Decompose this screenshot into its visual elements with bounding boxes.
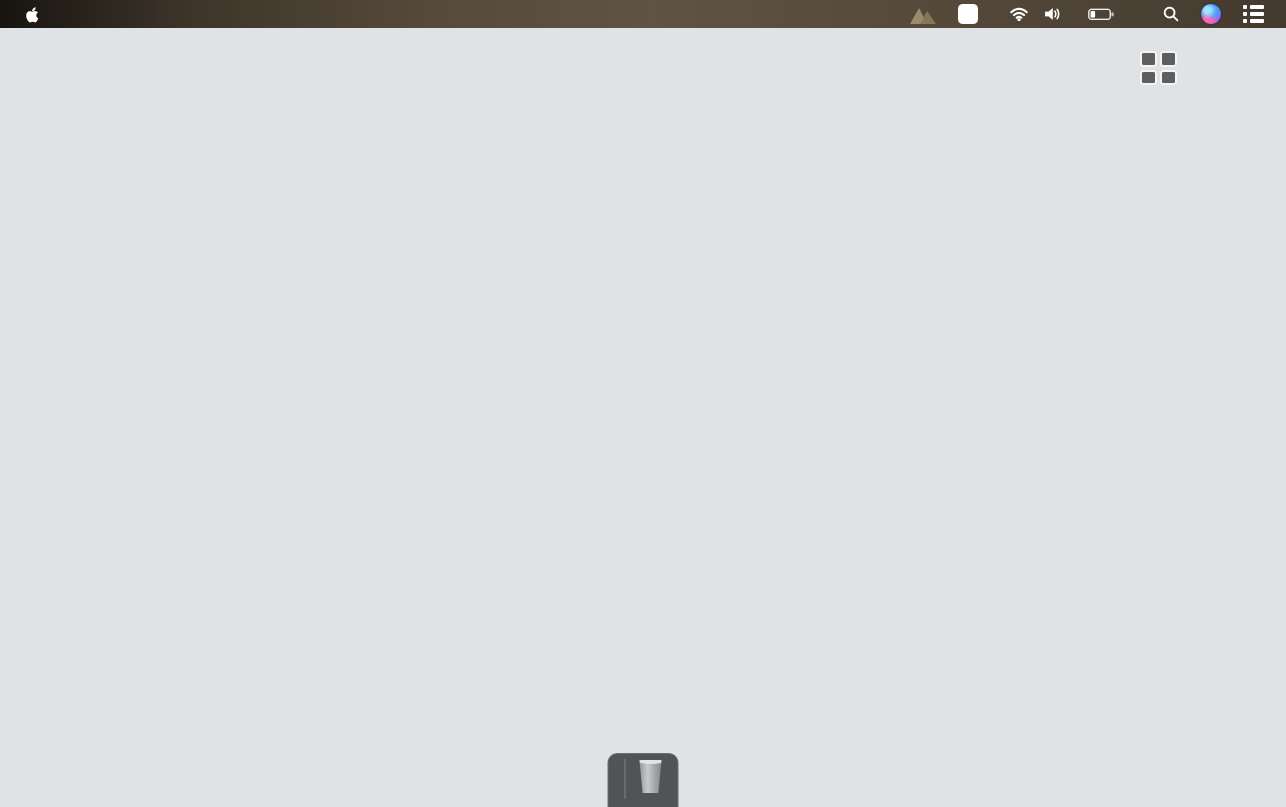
dock-icon-trash[interactable] (635, 759, 667, 793)
trash-icon (637, 759, 664, 793)
menu-bar-clock[interactable] (1129, 0, 1145, 28)
input-source-menu[interactable] (950, 0, 986, 28)
wifi-menu[interactable] (1002, 0, 1036, 28)
battery-icon (1088, 8, 1115, 21)
apple-menu[interactable] (21, 0, 43, 28)
volume-icon (1044, 7, 1062, 21)
battery-percent-label[interactable] (1070, 0, 1086, 28)
grid-widget-icon[interactable] (1140, 51, 1177, 85)
spotlight-menu[interactable] (1155, 0, 1187, 28)
battery-menu[interactable] (1086, 0, 1123, 28)
volume-menu[interactable] (1036, 0, 1070, 28)
notification-center-menu[interactable] (1235, 0, 1272, 28)
desktop (0, 0, 1286, 804)
mountain-menu-icon[interactable] (900, 0, 946, 28)
menu-app-name[interactable] (51, 0, 73, 28)
menu-bar-status (900, 0, 1286, 28)
menu-bar-left (0, 0, 73, 28)
keyboard-layout-menu[interactable] (986, 0, 1002, 28)
dock-divider (625, 759, 626, 799)
wifi-icon (1010, 7, 1028, 21)
siri-menu[interactable] (1193, 0, 1229, 28)
apple-icon (25, 6, 39, 23)
winter-wallpaper (0, 0, 1286, 804)
input-source-badge (958, 4, 978, 24)
menu-bar (0, 0, 1286, 28)
mountain-icon (908, 5, 938, 24)
siri-icon (1201, 4, 1221, 24)
search-icon (1163, 6, 1179, 22)
dock (608, 753, 679, 807)
list-icon (1243, 5, 1264, 23)
